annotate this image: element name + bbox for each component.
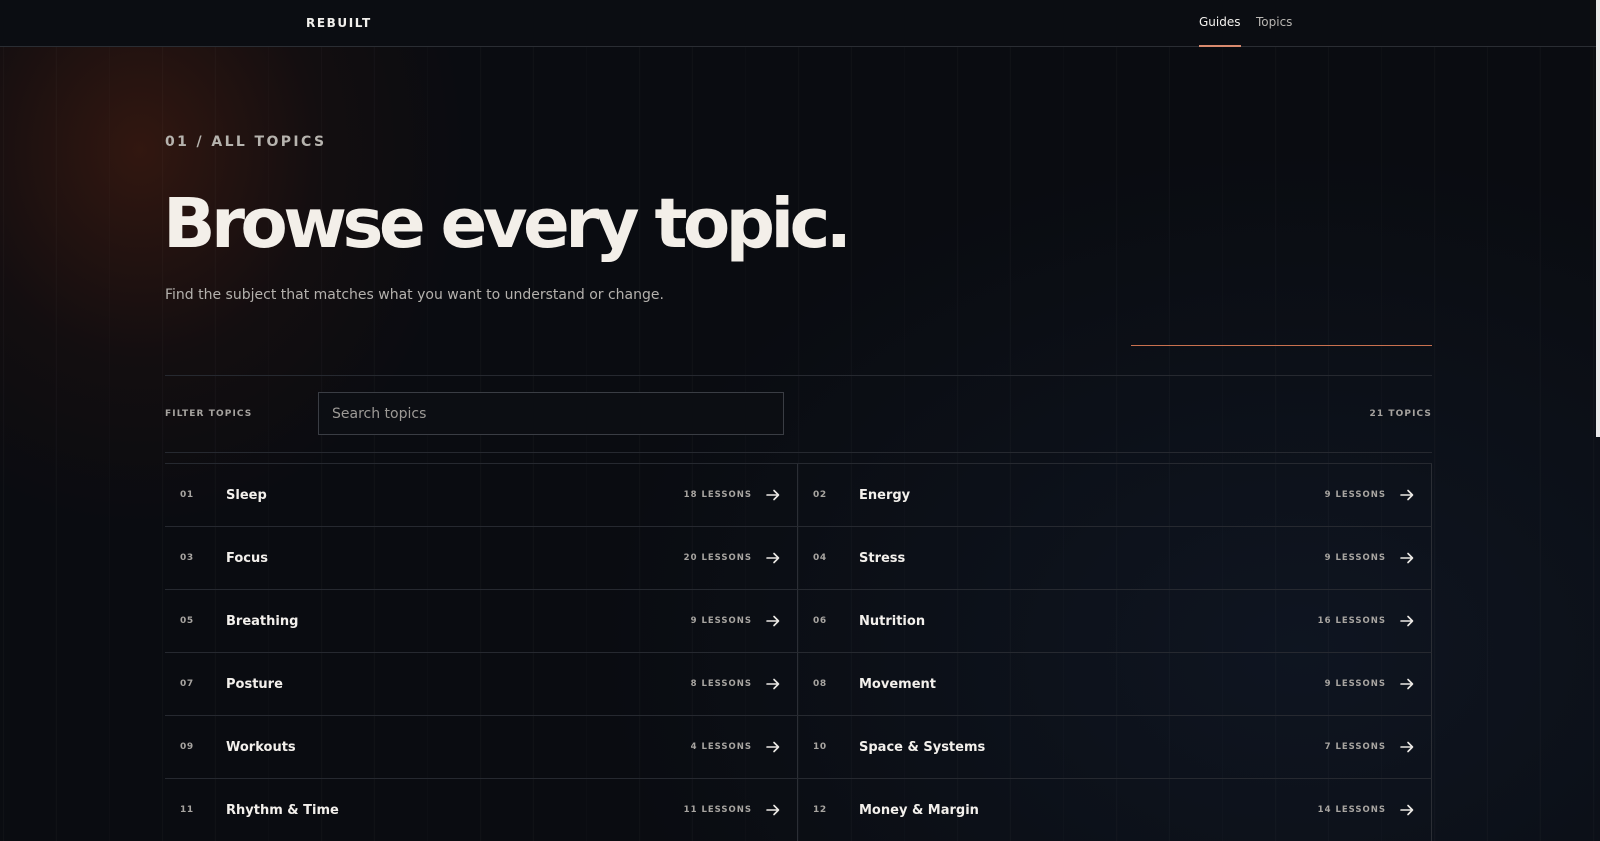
- topic-row[interactable]: 03 Focus 20 LESSONS: [165, 527, 798, 590]
- topic-name: Movement: [859, 676, 936, 692]
- arrow-right-icon: [766, 741, 780, 753]
- arrow-right-icon: [1400, 804, 1414, 816]
- topic-number: 11: [180, 805, 194, 815]
- arrow-right-icon: [1400, 678, 1414, 690]
- arrow-right-icon: [1400, 489, 1414, 501]
- nav-link-guides[interactable]: Guides: [1199, 15, 1241, 47]
- topic-row[interactable]: 02 Energy 9 LESSONS: [798, 464, 1432, 527]
- topic-number: 10: [813, 742, 827, 752]
- topic-lesson-count: 20 LESSONS: [683, 553, 752, 563]
- topic-name: Money & Margin: [859, 802, 979, 818]
- arrow-right-icon: [766, 678, 780, 690]
- arrow-right-icon: [766, 489, 780, 501]
- topic-name: Breathing: [226, 613, 299, 629]
- nav-link-label: Topics: [1256, 15, 1293, 29]
- nav-link-topics[interactable]: Topics: [1256, 15, 1292, 29]
- arrow-right-icon: [1400, 615, 1414, 627]
- topic-grid: 01 Sleep 18 LESSONS 02 Energy 9 LESSONS …: [165, 463, 1432, 841]
- section-eyebrow: 01 / ALL TOPICS: [165, 134, 327, 150]
- topic-name: Focus: [226, 550, 268, 566]
- accent-divider: [1131, 345, 1432, 346]
- arrow-right-icon: [1400, 741, 1414, 753]
- topic-number: 01: [180, 490, 194, 500]
- topic-lesson-count: 9 LESSONS: [1324, 553, 1386, 563]
- topic-name: Rhythm & Time: [226, 802, 339, 818]
- topic-row[interactable]: 04 Stress 9 LESSONS: [798, 527, 1432, 590]
- topic-lesson-count: 9 LESSONS: [690, 616, 752, 626]
- topic-number: 07: [180, 679, 194, 689]
- topic-lesson-count: 18 LESSONS: [683, 490, 752, 500]
- arrow-right-icon: [766, 615, 780, 627]
- topic-lesson-count: 4 LESSONS: [690, 742, 752, 752]
- topic-number: 08: [813, 679, 827, 689]
- topic-row[interactable]: 05 Breathing 9 LESSONS: [165, 590, 798, 653]
- topic-name: Energy: [859, 487, 911, 503]
- topic-lesson-count: 16 LESSONS: [1317, 616, 1386, 626]
- topic-number: 04: [813, 553, 827, 563]
- arrow-right-icon: [766, 552, 780, 564]
- topic-number: 02: [813, 490, 827, 500]
- topic-lesson-count: 9 LESSONS: [1324, 490, 1386, 500]
- topic-lesson-count: 7 LESSONS: [1324, 742, 1386, 752]
- topic-row[interactable]: 08 Movement 9 LESSONS: [798, 653, 1432, 716]
- topic-row[interactable]: 10 Space & Systems 7 LESSONS: [798, 716, 1432, 779]
- topic-lesson-count: 14 LESSONS: [1317, 805, 1386, 815]
- search-field: [318, 392, 784, 435]
- topic-row[interactable]: 01 Sleep 18 LESSONS: [165, 464, 798, 527]
- brand-logo[interactable]: REBUILT: [306, 16, 372, 30]
- topic-name: Nutrition: [859, 613, 926, 629]
- topic-lesson-count: 8 LESSONS: [690, 679, 752, 689]
- active-nav-indicator: [1199, 45, 1241, 47]
- arrow-right-icon: [766, 804, 780, 816]
- topic-name: Space & Systems: [859, 739, 986, 755]
- divider: [165, 452, 1432, 453]
- topic-number: 12: [813, 805, 827, 815]
- filter-label: FILTER TOPICS: [165, 409, 253, 419]
- scrollbar-thumb[interactable]: [1596, 0, 1600, 437]
- nav-link-label: Guides: [1199, 15, 1241, 29]
- topic-row[interactable]: 09 Workouts 4 LESSONS: [165, 716, 798, 779]
- topic-name: Posture: [226, 676, 283, 692]
- topic-number: 06: [813, 616, 827, 626]
- search-input[interactable]: [319, 393, 783, 434]
- divider: [165, 375, 1432, 376]
- topic-row[interactable]: 06 Nutrition 16 LESSONS: [798, 590, 1432, 653]
- topic-number: 03: [180, 553, 194, 563]
- arrow-right-icon: [1400, 552, 1414, 564]
- topic-number: 09: [180, 742, 194, 752]
- topic-row[interactable]: 12 Money & Margin 14 LESSONS: [798, 779, 1432, 841]
- topic-count: 21 TOPICS: [1369, 409, 1432, 419]
- topics-page: REBUILT Guides Topics 01 / ALL TOPICS Br…: [0, 0, 1600, 841]
- topic-name: Workouts: [226, 739, 296, 755]
- topic-row[interactable]: 07 Posture 8 LESSONS: [165, 653, 798, 716]
- topic-name: Sleep: [226, 487, 267, 503]
- topic-lesson-count: 11 LESSONS: [683, 805, 752, 815]
- topic-row[interactable]: 11 Rhythm & Time 11 LESSONS: [165, 779, 798, 841]
- page-title: Browse every topic.: [163, 184, 852, 264]
- topic-name: Stress: [859, 550, 906, 566]
- page-subtitle: Find the subject that matches what you w…: [165, 287, 664, 303]
- topic-lesson-count: 9 LESSONS: [1324, 679, 1386, 689]
- topic-number: 05: [180, 616, 194, 626]
- site-header: REBUILT Guides Topics: [0, 0, 1596, 47]
